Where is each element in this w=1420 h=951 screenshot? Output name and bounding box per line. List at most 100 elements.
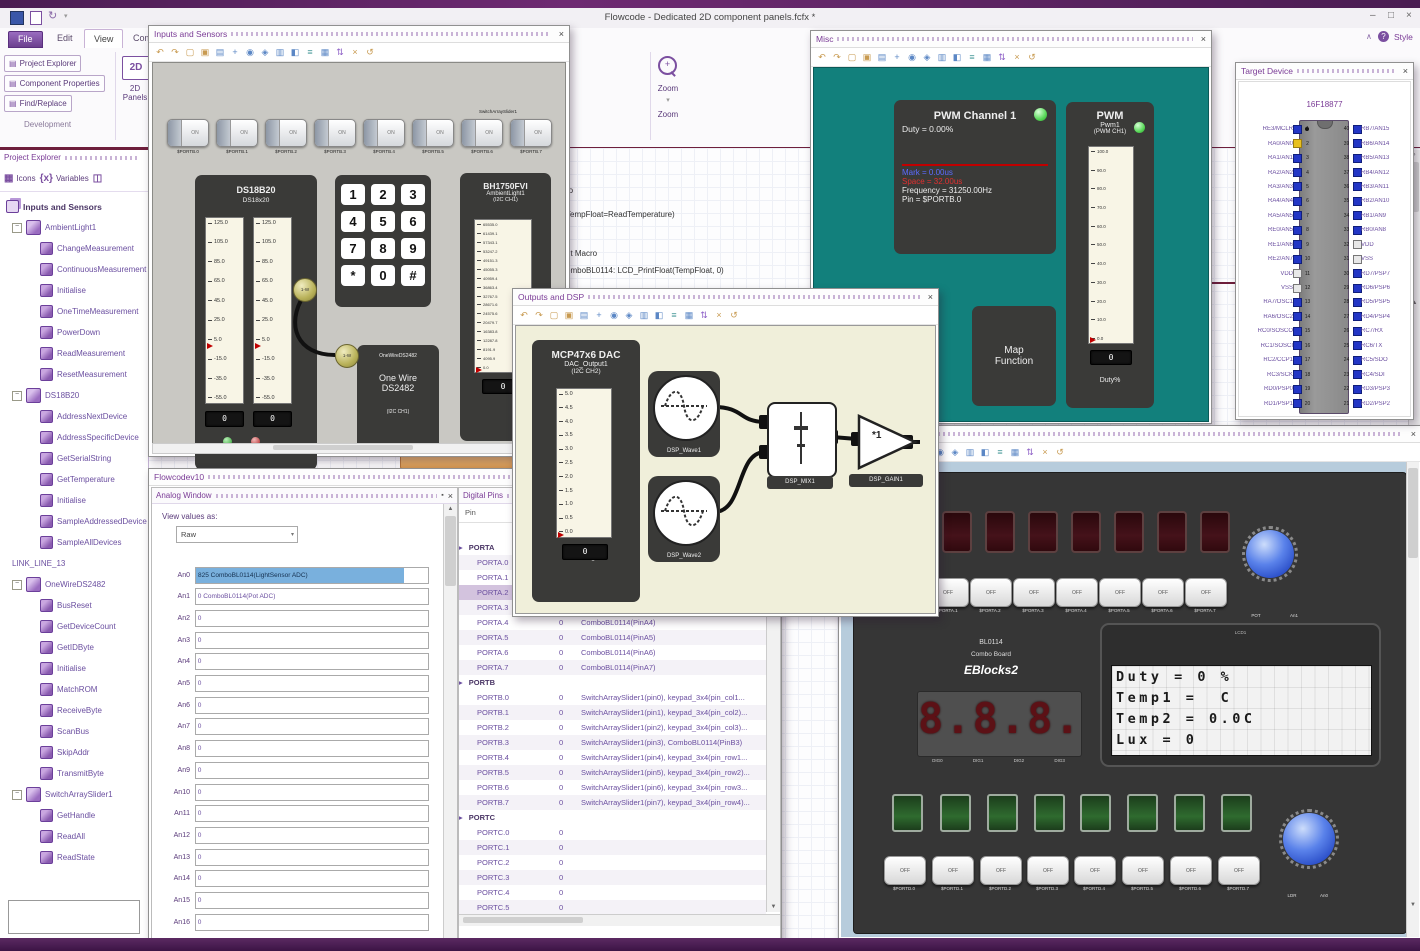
toggle-switch[interactable]: ON — [167, 119, 209, 147]
tree-item-initialise[interactable]: Initialise — [0, 490, 148, 511]
target-icon[interactable]: ◉ — [906, 51, 918, 63]
board-switch-portd7[interactable]: OFF — [1218, 856, 1260, 885]
ds18b20-scale-1[interactable]: 125.0 105.0 85.0 65.0 45.0 25.0 5.0 -15.0 -35.0 -… — [205, 217, 244, 404]
dac-component[interactable]: MCP47x6 DAC DAC_Output1 (I2C CH2) 5.0 4.5… — [532, 340, 640, 602]
undo-icon[interactable]: ↺ — [364, 46, 376, 58]
keypad-key-7[interactable]: 7 — [341, 238, 365, 259]
digital-row-portc-2[interactable]: PORTC.2 0 — [459, 855, 766, 870]
digital-row-portb[interactable]: ▸ PORTB — [459, 675, 766, 690]
cursor-icon[interactable]: ▤ — [876, 51, 888, 63]
pwm-channel-component[interactable]: PWM Channel 1 Duty = 0.00% Mark = 0.00us… — [894, 100, 1056, 254]
digital-row-portb-3[interactable]: PORTB.3 0 SwitchArraySlider1(pin3), ComboB… — [459, 735, 766, 750]
table-icon[interactable]: ▦ — [683, 309, 695, 321]
keypad-key-8[interactable]: 8 — [371, 238, 395, 259]
tree-item-sampleaddresseddevice[interactable]: SampleAddressedDevice — [0, 511, 148, 532]
digital-row-portb-0[interactable]: PORTB.0 0 SwitchArraySlider1(pin0), keypad… — [459, 690, 766, 705]
undo-icon[interactable]: ↺ — [1026, 51, 1038, 63]
tab-edit[interactable]: Edit — [48, 31, 82, 46]
tree-item-addressspecificdevice[interactable]: AddressSpecificDevice — [0, 427, 148, 448]
analog-value-field[interactable]: 0 — [195, 761, 429, 779]
digital-row-portc-5[interactable]: PORTC.5 0 — [459, 900, 766, 915]
tree-item-readstate[interactable]: ReadState — [0, 847, 148, 868]
ribbon-button-component-properties[interactable]: ▤ Component Properties — [4, 75, 105, 92]
ds18b20-component[interactable]: DS18B20 DS18x20 125.0 105.0 85.0 65.0 45.0 25… — [195, 175, 317, 470]
swap-icon[interactable]: ⇅ — [1024, 446, 1036, 458]
paste-icon[interactable]: ▣ — [861, 51, 873, 63]
scroll-up-icon[interactable]: ▲ — [444, 506, 457, 512]
digital-row-porta-7[interactable]: PORTA.7 0 ComboBL0114(PinA7) — [459, 660, 766, 675]
tree-item-addressnextdevice[interactable]: AddressNextDevice — [0, 406, 148, 427]
close-icon[interactable]: × — [559, 29, 564, 39]
redo-icon[interactable]: ↷ — [169, 46, 181, 58]
board-switch-portd4[interactable]: OFF — [1074, 856, 1116, 885]
analog-value-field[interactable]: 0 — [195, 696, 429, 714]
table-icon[interactable]: ▦ — [981, 51, 993, 63]
digital-row-portb-1[interactable]: PORTB.1 0 SwitchArraySlider1(pin1), keypad… — [459, 705, 766, 720]
tree-item-skipaddr[interactable]: SkipAddr — [0, 742, 148, 763]
toggle-switch[interactable]: ON — [314, 119, 356, 147]
undo-icon[interactable]: ↺ — [1054, 446, 1066, 458]
misc-titlebar[interactable]: Misc × — [811, 31, 1211, 48]
board-switch-porta4[interactable]: OFF — [1056, 578, 1098, 607]
pin-icon[interactable]: ▪ — [441, 492, 443, 499]
table-icon[interactable]: ▦ — [319, 46, 331, 58]
style-button[interactable]: Style — [1394, 32, 1413, 42]
add-icon[interactable]: + — [593, 309, 605, 321]
zoom-icon[interactable]: + — [658, 56, 677, 75]
copy-icon[interactable]: ▢ — [184, 46, 196, 58]
digital-row-portb-6[interactable]: PORTB.6 0 SwitchArraySlider1(pin6), keypad… — [459, 780, 766, 795]
keypad-key-5[interactable]: 5 — [371, 211, 395, 232]
keypad-key-2[interactable]: 2 — [371, 184, 395, 205]
tree-item-gethandle[interactable]: GetHandle — [0, 805, 148, 826]
close-icon[interactable]: × — [448, 491, 453, 501]
analog-value-field[interactable]: 0 — [195, 870, 429, 888]
board-switch-porta5[interactable]: OFF — [1099, 578, 1141, 607]
tree-item-initialise[interactable]: Initialise — [0, 280, 148, 301]
delete-icon[interactable]: × — [713, 309, 725, 321]
toggle-switch[interactable]: ON — [216, 119, 258, 147]
analog-value-field[interactable]: 0 — [195, 609, 429, 627]
tree-item-link-line-13[interactable]: LINK_LINE_13 — [0, 553, 148, 574]
digital-row-portc-1[interactable]: PORTC.1 0 — [459, 840, 766, 855]
cursor-icon[interactable]: ▤ — [214, 46, 226, 58]
inputs-titlebar[interactable]: Inputs and Sensors × — [149, 26, 569, 43]
swap-icon[interactable]: ⇅ — [698, 309, 710, 321]
board-switch-portd0[interactable]: OFF — [884, 856, 926, 885]
tree-item-matchrom[interactable]: MatchROM — [0, 679, 148, 700]
grid-icon[interactable]: ▥ — [964, 446, 976, 458]
shape-icon[interactable]: ◈ — [921, 51, 933, 63]
analog-value-field[interactable]: 0 — [195, 848, 429, 866]
tree-item-transmitbyte[interactable]: TransmitByte — [0, 763, 148, 784]
close-icon[interactable]: × — [1411, 429, 1416, 439]
tree-item-inputs-and-sensors[interactable]: Inputs and Sensors — [0, 196, 148, 217]
pin-column-header[interactable]: Pin — [465, 508, 476, 517]
close-icon[interactable]: × — [1403, 66, 1408, 76]
keypad-key-4[interactable]: 4 — [341, 211, 365, 232]
board-vscrollbar[interactable]: ▼ — [1406, 462, 1419, 937]
toggle-switch[interactable]: ON — [510, 119, 552, 147]
scrollbar-thumb[interactable] — [463, 917, 583, 923]
minimize-button[interactable]: – — [1370, 10, 1376, 21]
shape-icon[interactable]: ◈ — [623, 309, 635, 321]
scrollbar-thumb[interactable] — [445, 516, 456, 586]
macros-tab-icon-clipped[interactable]: ◫ — [93, 173, 102, 184]
list-icon[interactable]: ≡ — [304, 46, 316, 58]
tree-item-samplealldevices[interactable]: SampleAllDevices — [0, 532, 148, 553]
onewire-component[interactable]: OneWireDS2482 One Wire DS2482 (I2C CH1) — [357, 345, 439, 451]
ds18b20-scale-2[interactable]: 125.0 105.0 85.0 65.0 45.0 25.0 5.0 -15.0 -35.0 -… — [253, 217, 292, 404]
add-icon[interactable]: + — [891, 51, 903, 63]
inputs-canvas[interactable]: SwitchArraySlider1 ON $PORTB.0 ON $PORTB.1 O… — [152, 62, 566, 470]
analog-value-field[interactable]: 0 — [195, 740, 429, 758]
tab-file[interactable]: File — [8, 31, 43, 48]
outputs-titlebar[interactable]: Outputs and DSP × — [513, 289, 938, 306]
grid-icon[interactable]: ▥ — [274, 46, 286, 58]
digital-row-portc-0[interactable]: PORTC.0 0 — [459, 825, 766, 840]
analog-vscrollbar[interactable]: ▲ — [443, 504, 457, 938]
toggle-switch[interactable]: ON — [461, 119, 503, 147]
maximize-button[interactable]: □ — [1388, 10, 1394, 21]
table-icon[interactable]: ▦ — [1009, 446, 1021, 458]
tree-item-scanbus[interactable]: ScanBus — [0, 721, 148, 742]
keypad-key-star[interactable]: * — [341, 265, 365, 286]
keypad-key-6[interactable]: 6 — [401, 211, 425, 232]
board-switch-porta2[interactable]: OFF — [970, 578, 1012, 607]
